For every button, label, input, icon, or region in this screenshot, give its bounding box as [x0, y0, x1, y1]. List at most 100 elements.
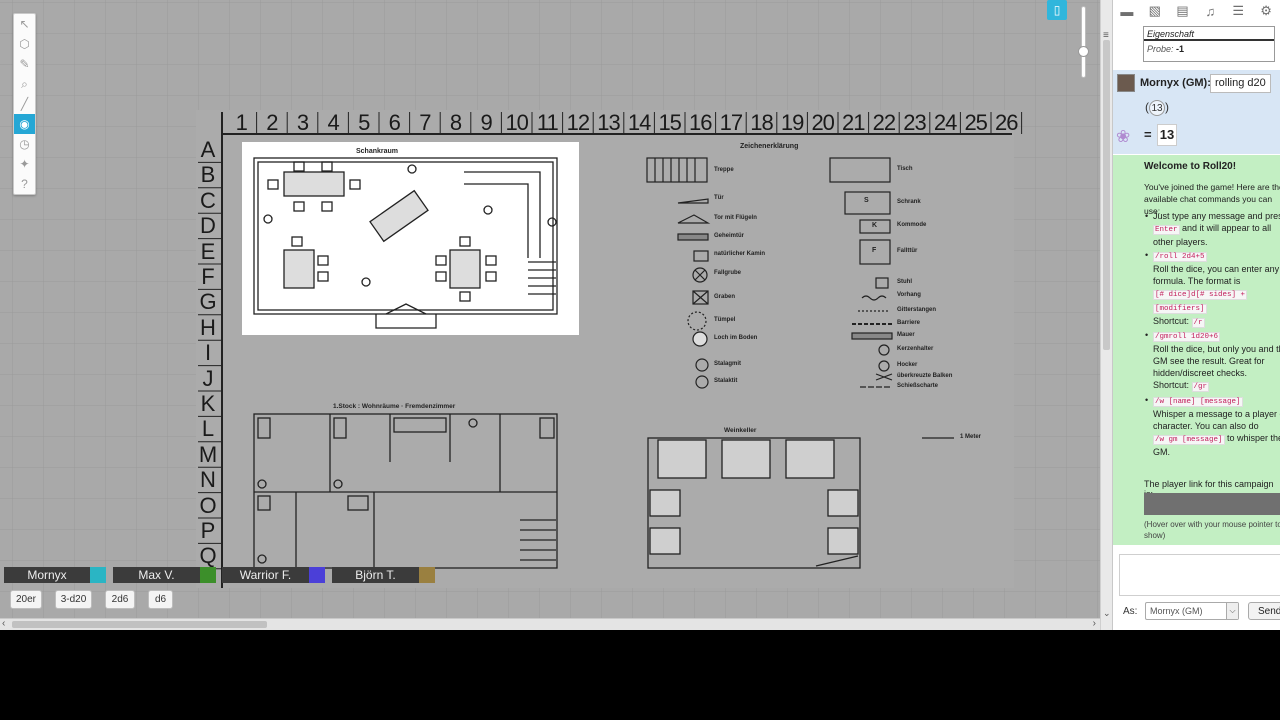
zoom-slider[interactable]: [1078, 6, 1089, 78]
legend-symbol-kommode: K: [872, 222, 878, 229]
player-color-swatch: [90, 567, 106, 583]
legend-entry: Tor mit Flügeln: [714, 215, 757, 221]
chat-log[interactable]: Eigenschaft Probe: -1 Mornyx (GM): rolli…: [1113, 22, 1280, 547]
probe-row: Probe: -1: [1144, 41, 1274, 57]
legend-entry: Fallttür: [897, 248, 918, 254]
row-label: M: [198, 441, 218, 467]
column-label: 17: [719, 110, 743, 135]
chat-message-gm: Mornyx (GM): rolling d20 (13) ❀ = 13: [1113, 70, 1280, 154]
compendium-icon[interactable]: ☰: [1224, 0, 1252, 22]
command-code: /w gm [message]: [1153, 435, 1225, 445]
welcome-message: Welcome to Roll20! You've joined the gam…: [1113, 155, 1280, 545]
speaking-as-row: As: Mornyx (GM) ⌵ Send: [1113, 600, 1280, 622]
legend-entry: Hocker: [897, 362, 918, 368]
legend-entry: Stuhl: [897, 279, 912, 285]
column-label: 12: [566, 110, 590, 135]
art-library-icon[interactable]: ▧: [1141, 0, 1169, 22]
macro-2d6[interactable]: 2d6: [105, 590, 135, 609]
jukebox-icon[interactable]: ♫: [1196, 0, 1224, 22]
legend-entry: natürlicher Kamin: [714, 251, 766, 257]
room-label-weinkeller: Weinkeller: [724, 427, 757, 434]
column-label: 26: [995, 110, 1018, 135]
help-icon[interactable]: ?: [14, 174, 35, 194]
player-mornyx[interactable]: Mornyx: [4, 567, 106, 583]
speaking-as-value: Mornyx (GM): [1150, 606, 1203, 616]
player-max[interactable]: Max V.: [113, 567, 216, 583]
sidebar-collapse-icon[interactable]: ≡: [1103, 30, 1109, 41]
draw-icon[interactable]: ✎: [14, 54, 35, 74]
column-label: 2: [266, 110, 278, 135]
column-label: 21: [842, 110, 865, 135]
column-label: 19: [780, 110, 804, 135]
command-text: Whisper a message to a player or charact…: [1153, 409, 1280, 431]
probe-label: Probe:: [1147, 44, 1174, 54]
roll-close-paren: ): [1165, 100, 1169, 114]
attribute-label: Eigenschaft: [1144, 27, 1274, 41]
chat-input[interactable]: [1119, 554, 1280, 596]
macro-3d20[interactable]: 3-d20: [55, 590, 92, 609]
roll-breakdown: (13): [1145, 100, 1169, 116]
vertical-scrollbar[interactable]: ⌄: [1100, 0, 1112, 630]
legend-entry: Loch im Boden: [714, 335, 758, 341]
column-label: 4: [327, 110, 339, 135]
select-icon[interactable]: ↖: [14, 14, 35, 34]
room-label-stock1: 1.Stock : Wohnräume · Fremdenzimmer: [333, 403, 456, 410]
zoom-icon[interactable]: ⌕: [14, 74, 35, 94]
column-label: 18: [750, 110, 773, 135]
scale-label: 1 Meter: [960, 434, 982, 440]
row-label: E: [200, 238, 216, 264]
column-label: 8: [449, 110, 462, 135]
column-label: 24: [933, 110, 957, 135]
journal-icon[interactable]: ▤: [1169, 0, 1197, 22]
legend-entry: Mauer: [897, 332, 915, 338]
chat-icon[interactable]: ▬: [1113, 0, 1141, 22]
command-text: Shortcut:: [1153, 316, 1190, 326]
legend-entry: Schießscharte: [897, 383, 939, 389]
legend-entry: Gitterstangen: [897, 307, 937, 313]
dice-icon[interactable]: ✦: [14, 154, 35, 174]
fog-icon[interactable]: ◉: [14, 114, 35, 134]
welcome-title: Welcome to Roll20!: [1144, 161, 1237, 172]
room-label-legend: Zeichenerklärung: [740, 143, 799, 150]
column-label: 15: [658, 110, 681, 135]
speaking-as-select[interactable]: Mornyx (GM) ⌵: [1145, 602, 1239, 620]
command-text: Roll the dice, you can enter any formula…: [1153, 264, 1280, 286]
command-text: Shortcut:: [1153, 380, 1190, 390]
player-bjoern[interactable]: Björn T.: [332, 567, 435, 583]
horizontal-scrollbar[interactable]: ‹ ›: [0, 618, 1100, 630]
tabletop-canvas[interactable]: 1 2 3 4 5 6 7 8 9 10 11 12 13 14 15 16 17 18 19 20 21 22 23 24 2…: [0, 0, 1100, 630]
legend-entry: Stalagmit: [714, 361, 742, 367]
command-code: Enter: [1153, 225, 1180, 235]
map-layer-icon[interactable]: ⬡: [14, 34, 35, 54]
player-warrior[interactable]: Warrior F.: [222, 567, 325, 583]
player-name: Björn T.: [355, 568, 396, 582]
column-label: 16: [689, 110, 712, 135]
dice-roll-icon: ❀: [1116, 127, 1131, 146]
legend-entry: Geheimtür: [714, 233, 745, 239]
player-link-hidden[interactable]: [1144, 493, 1280, 515]
legend-entry: Barriere: [897, 320, 921, 326]
column-label: 10: [505, 110, 528, 135]
settings-icon[interactable]: ⚙: [1252, 0, 1280, 22]
legend-entry: Kerzenhalter: [897, 346, 934, 352]
macro-20er[interactable]: 20er: [10, 590, 42, 609]
page-toolbar-icon[interactable]: ▯: [1047, 0, 1067, 20]
macro-d6[interactable]: d6: [148, 590, 173, 609]
legend-entry: Schrank: [897, 199, 921, 205]
column-label: 5: [358, 110, 370, 135]
row-label: O: [199, 492, 217, 518]
player-color-swatch: [309, 567, 325, 583]
turn-order-icon[interactable]: ◷: [14, 134, 35, 154]
probe-value: -1: [1176, 44, 1185, 54]
roll-total: 13: [1157, 124, 1177, 146]
chevron-down-icon: ⌵: [1226, 603, 1238, 619]
column-label: 7: [419, 110, 431, 135]
ruler-icon[interactable]: ╱: [14, 94, 35, 114]
row-label: P: [200, 518, 216, 543]
row-label: F: [201, 264, 215, 289]
legend-entry: Fallgrube: [714, 270, 742, 276]
legend-entry: Kommode: [897, 222, 927, 228]
room-label-schankraum: Schankraum: [356, 148, 399, 155]
column-label: 22: [872, 110, 896, 135]
send-button[interactable]: Send: [1248, 602, 1280, 620]
